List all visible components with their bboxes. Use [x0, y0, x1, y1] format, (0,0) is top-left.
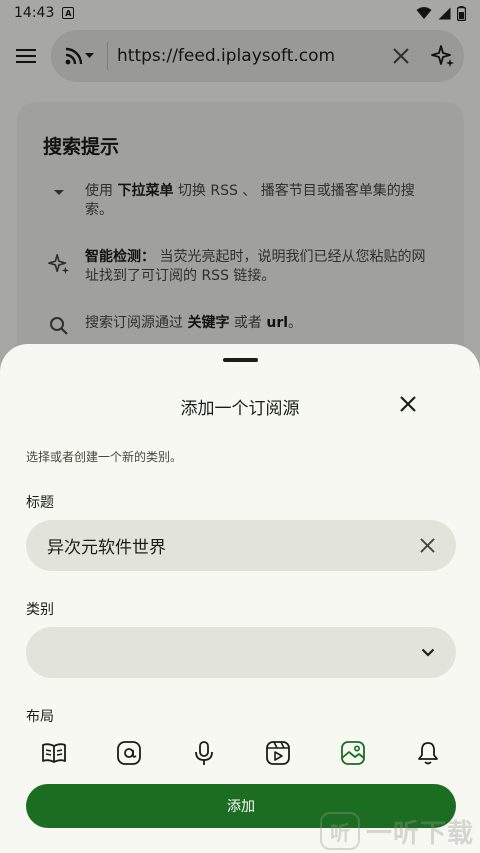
at-icon: [116, 741, 141, 765]
layout-option-picture[interactable]: [335, 738, 371, 768]
layout-option-notification[interactable]: [410, 738, 446, 768]
category-select[interactable]: [26, 627, 456, 678]
layout-option-article[interactable]: [36, 738, 72, 768]
close-sheet-button[interactable]: [392, 388, 424, 420]
watermark-logo-icon: 听: [320, 812, 360, 850]
chevron-down-icon: [421, 648, 434, 657]
video-icon: [266, 741, 291, 765]
image-icon: [341, 741, 366, 765]
watermark: 听 一听下载: [320, 812, 480, 850]
bell-icon: [418, 742, 438, 765]
close-icon: [400, 396, 416, 412]
layout-options: [36, 738, 446, 768]
book-icon: [42, 743, 66, 763]
layout-option-video[interactable]: [260, 738, 296, 768]
category-dropdown-button[interactable]: [413, 638, 442, 667]
layout-label: 布局: [26, 709, 54, 725]
title-value: 异次元软件世界: [47, 538, 166, 558]
microphone-icon: [194, 741, 213, 765]
category-label: 类别: [26, 602, 54, 618]
category-hint: 选择或者创建一个新的类别。: [26, 450, 183, 464]
clear-title-button[interactable]: [413, 531, 442, 560]
layout-option-podcast[interactable]: [186, 738, 222, 768]
drag-handle[interactable]: [223, 358, 258, 362]
title-input[interactable]: 异次元软件世界: [26, 520, 456, 571]
add-feed-sheet: 添加一个订阅源 选择或者创建一个新的类别。 标题 异次元软件世界 类别 布局 添…: [0, 344, 480, 853]
watermark-text: 一听下载: [366, 818, 475, 849]
close-icon: [420, 538, 435, 553]
layout-option-social[interactable]: [111, 738, 147, 768]
title-label: 标题: [26, 495, 54, 511]
